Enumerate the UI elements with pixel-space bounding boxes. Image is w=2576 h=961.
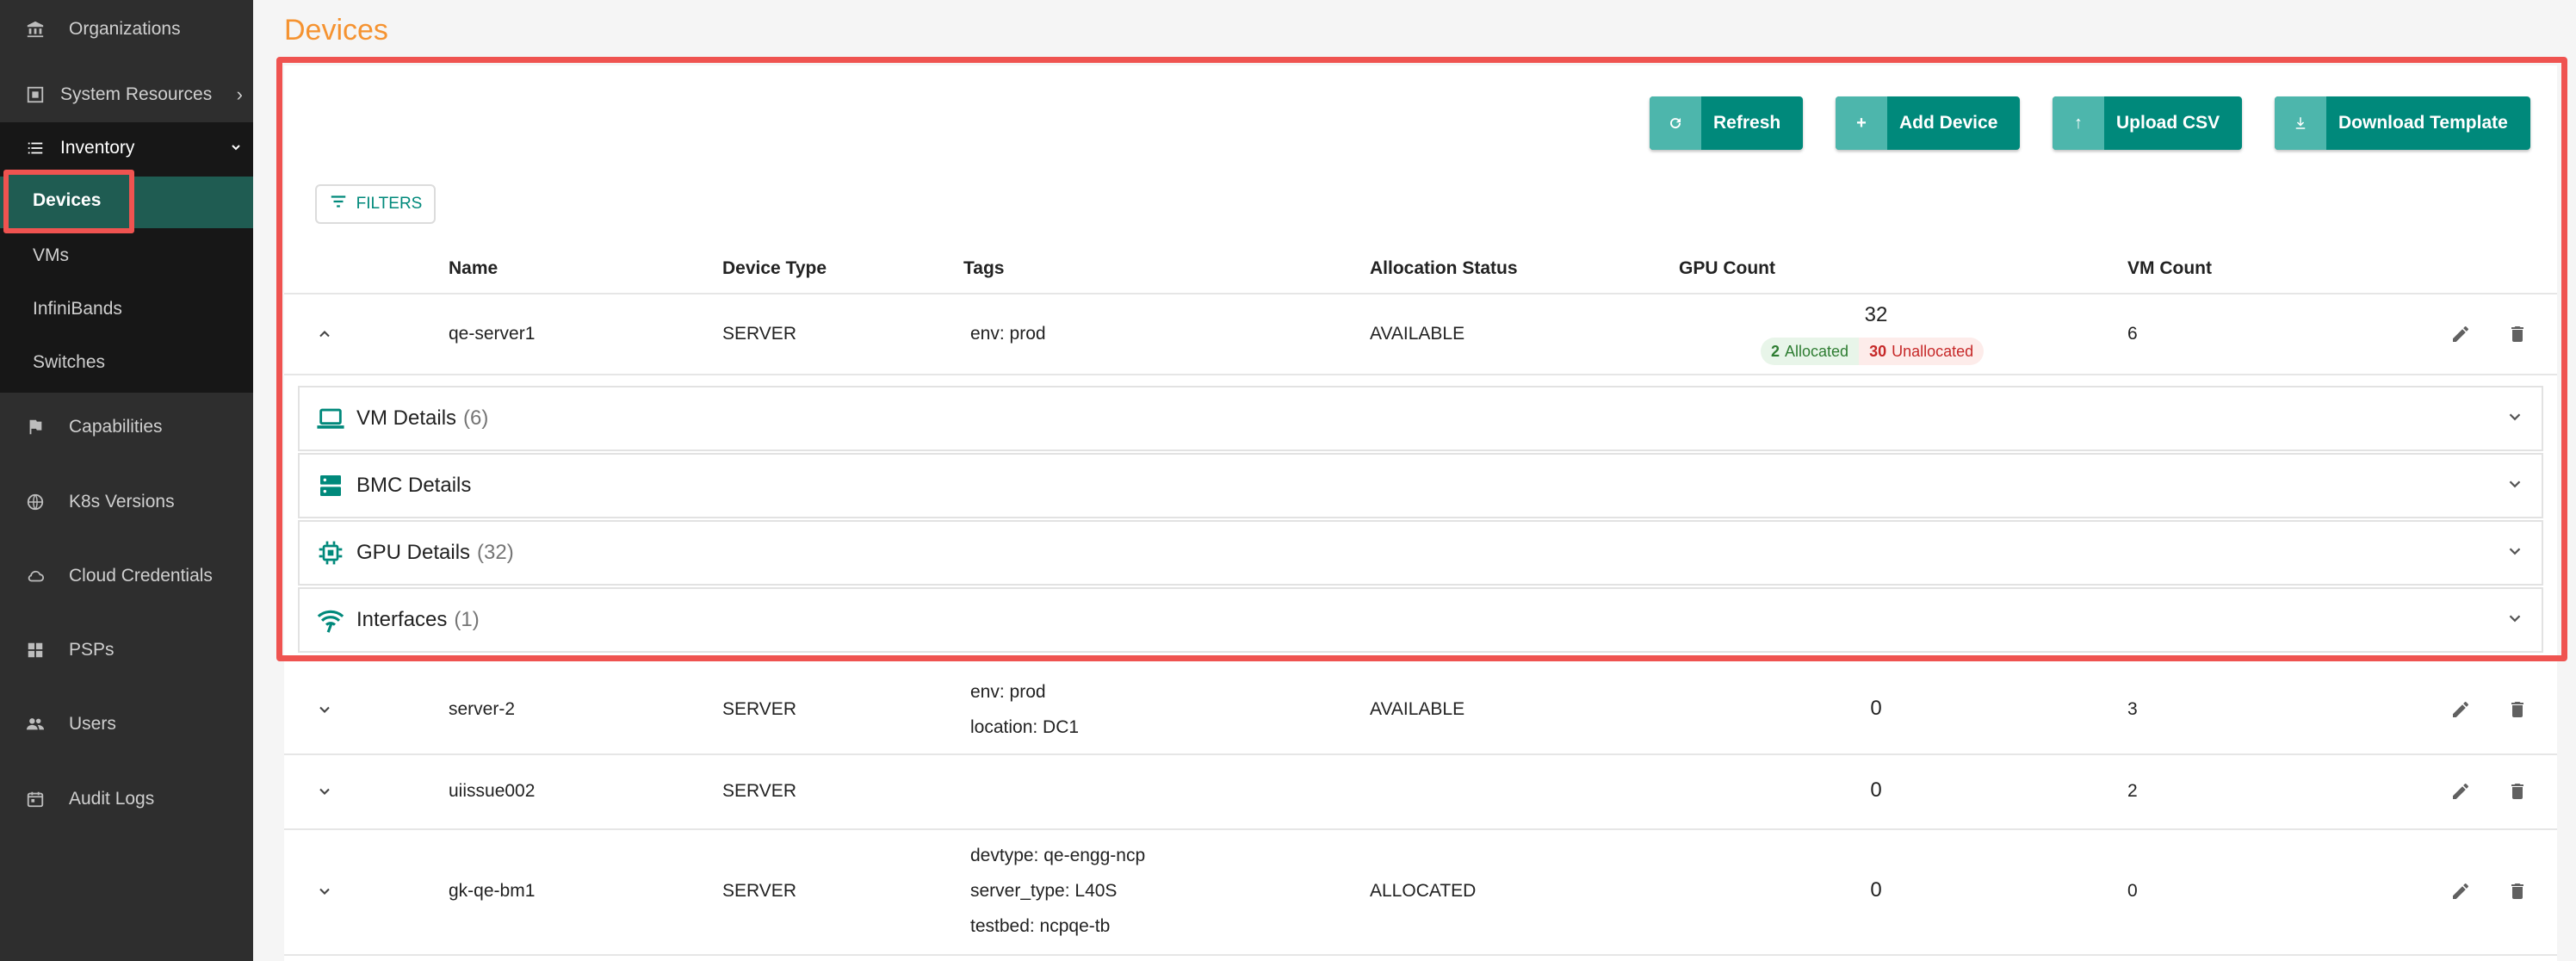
sidebar-subitem-switches[interactable]: Switches	[33, 352, 105, 373]
allocation-status: AVAILABLE	[1370, 699, 1465, 719]
vm-count: 2	[2127, 781, 2138, 801]
allocation-status: ALLOCATED	[1370, 881, 1477, 901]
trash-icon	[2511, 702, 2523, 717]
device-type: SERVER	[722, 699, 796, 719]
chevron-down-icon	[229, 137, 243, 159]
device-name: server-2	[449, 699, 516, 719]
sidebar-item-label: Organizations	[69, 19, 181, 39]
cloud-icon	[26, 567, 45, 586]
divider	[284, 954, 2557, 956]
users-icon	[26, 715, 45, 734]
sidebar-item-label: Capabilities	[69, 417, 163, 437]
sidebar-item-k8s-versions[interactable]: K8s Versions	[0, 485, 253, 519]
vm-count: 0	[2127, 881, 2138, 901]
pencil-icon	[2453, 783, 2468, 799]
app-root: Organizations System Resources › Invento…	[0, 0, 2576, 961]
expand-row-button[interactable]	[312, 878, 337, 904]
vm-count: 3	[2127, 699, 2138, 719]
device-tag: env: prod	[970, 682, 1046, 702]
sidebar-item-label: System Resources	[60, 84, 213, 104]
gpu-count: 0	[1870, 778, 1882, 802]
sidebar-item-label: Cloud Credentials	[69, 566, 213, 586]
device-tag: testbed: ncpqe-tb	[970, 916, 1111, 936]
trash-icon	[2511, 784, 2523, 799]
gpu-count: 0	[1870, 697, 1882, 720]
list-icon	[26, 139, 45, 158]
sidebar-item-label: Inventory	[60, 138, 135, 158]
device-type: SERVER	[722, 881, 796, 901]
device-tag: devtype: qe-engg-ncp	[970, 846, 1146, 865]
bank-icon	[26, 20, 45, 39]
grid-icon	[26, 641, 45, 660]
sidebar-item-capabilities[interactable]: Capabilities	[0, 410, 253, 444]
device-name: uiissue002	[449, 781, 536, 801]
sidebar-item-audit-logs[interactable]: Audit Logs	[0, 782, 253, 816]
calendar-icon	[26, 790, 45, 809]
resources-icon	[26, 85, 45, 104]
sidebar-item-label: K8s Versions	[69, 492, 175, 512]
chevron-right-icon: ›	[236, 84, 243, 105]
sidebar-subitem-vms[interactable]: VMs	[33, 245, 69, 266]
delete-button[interactable]	[2505, 779, 2530, 803]
pencil-icon	[2453, 883, 2468, 899]
trash-icon	[2511, 884, 2523, 899]
delete-button[interactable]	[2505, 698, 2530, 722]
device-type: SERVER	[722, 781, 796, 801]
device-tag: server_type: L40S	[970, 881, 1118, 901]
divider	[284, 753, 2557, 755]
delete-button[interactable]	[2505, 879, 2530, 903]
highlight-annotation	[276, 57, 2567, 661]
edit-button[interactable]	[2449, 879, 2473, 903]
device-tag: location: DC1	[970, 717, 1080, 737]
sidebar-item-label: PSPs	[69, 640, 115, 660]
sidebar-item-system-resources[interactable]: System Resources ›	[0, 78, 253, 112]
edit-button[interactable]	[2449, 698, 2473, 722]
gpu-count: 0	[1870, 878, 1882, 902]
sidebar-item-label: Users	[69, 714, 116, 734]
sidebar-item-inventory[interactable]: Inventory	[0, 131, 253, 165]
sidebar-item-label: Audit Logs	[69, 789, 155, 809]
pencil-icon	[2453, 701, 2468, 717]
sidebar-item-psps[interactable]: PSPs	[0, 633, 253, 667]
expand-row-button[interactable]	[312, 697, 337, 722]
sidebar-item-organizations[interactable]: Organizations	[0, 12, 253, 46]
sidebar-subitem-infinibands[interactable]: InfiniBands	[33, 299, 122, 319]
sidebar-subitem-label: Devices	[33, 190, 102, 210]
divider	[284, 828, 2557, 830]
sidebar-item-users[interactable]: Users	[0, 707, 253, 741]
page-title: Devices	[284, 14, 388, 46]
flag-icon	[26, 418, 45, 437]
device-name: gk-qe-bm1	[449, 881, 536, 901]
expand-row-button[interactable]	[312, 778, 337, 804]
sidebar-item-cloud-credentials[interactable]: Cloud Credentials	[0, 559, 253, 593]
edit-button[interactable]	[2449, 779, 2473, 803]
sidebar: Organizations System Resources › Invento…	[0, 0, 253, 961]
globe-icon	[26, 493, 45, 512]
